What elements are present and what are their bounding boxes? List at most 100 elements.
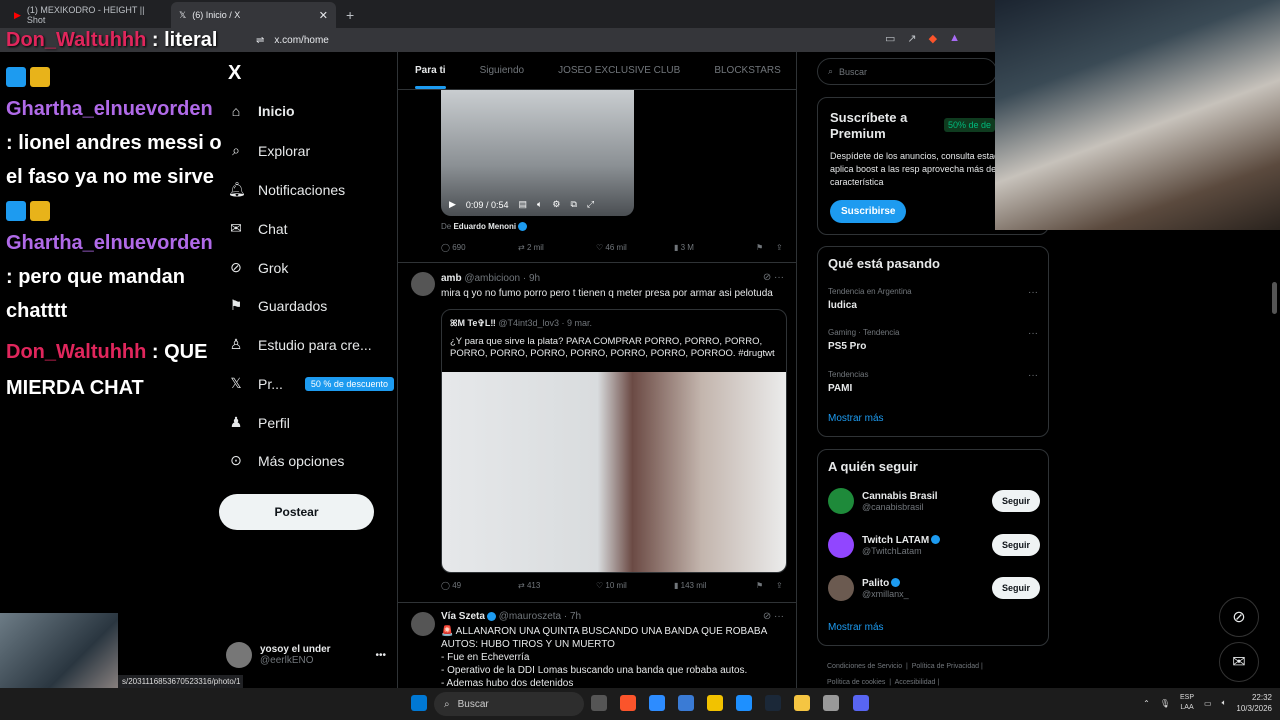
network-icon[interactable]: ▭ [1204, 699, 1212, 708]
clock[interactable]: 22:32 10/3/2026 [1236, 692, 1272, 714]
nav-item-perfil[interactable]: ♟ Perfil [228, 414, 290, 431]
steam-icon[interactable] [765, 695, 781, 711]
account-name: yosoy el under [260, 644, 331, 655]
footer-link[interactable]: Política de Privacidad [912, 663, 979, 670]
nav-item-premium[interactable]: 𝕏 Pr... 50 % de descuento [228, 375, 394, 392]
trend-context: Gaming · Tendencia [828, 328, 900, 337]
new-tab-button[interactable]: + [336, 2, 364, 28]
like-count: 46 mil [605, 243, 627, 252]
subscribe-button[interactable]: Suscribirse [830, 200, 907, 223]
quoted-tweet[interactable]: ꕤM Te✞L‼ @T4int3d_lov3 · 9 mar. ¿Y para … [441, 309, 787, 573]
brave-rewards-icon[interactable]: ▲ [949, 32, 960, 45]
close-tab-icon[interactable]: ✕ [319, 9, 328, 22]
quote-author: ꕤM Te✞L‼ [450, 318, 496, 328]
captions-icon[interactable]: ▤ [518, 199, 527, 210]
tab-para-ti[interactable]: Para ti [398, 65, 463, 89]
language-indicator[interactable]: ESP LAA [1180, 693, 1194, 713]
messages-float-button[interactable]: ✉ [1219, 642, 1259, 682]
site-info-icon[interactable]: ⇌ [256, 35, 264, 46]
post-button[interactable]: Postear [219, 494, 374, 530]
nav-item-mas-opciones[interactable]: ⊙ Más opciones [228, 452, 344, 469]
calculator-icon[interactable] [678, 695, 694, 711]
footer-link[interactable]: Accesibilidad [895, 679, 936, 686]
more-dots-icon[interactable]: ··· [1028, 328, 1038, 339]
footer-link[interactable]: Política de cookies [827, 679, 885, 686]
trend-context: Tendencias [828, 370, 869, 379]
more-icon[interactable]: ⊘ ··· [763, 272, 784, 283]
account-switcher[interactable]: yosoy el under @eerlkENO ••• [226, 642, 386, 668]
follow-button[interactable]: Seguir [991, 490, 1040, 512]
volume-icon[interactable]: 🔈︎ [537, 199, 542, 210]
verified-icon [518, 222, 528, 232]
pip-icon[interactable]: ⧉ [570, 199, 576, 210]
file-explorer-icon[interactable] [794, 695, 810, 711]
settings-icon[interactable]: ⚙ [552, 199, 560, 210]
repost-button[interactable]: ⇄ 2 mil [518, 243, 596, 252]
task-view-icon[interactable] [591, 695, 607, 711]
like-button[interactable]: ♡ 10 mil [596, 581, 674, 590]
views-button[interactable]: ▮ 3 M [674, 243, 756, 252]
app-icon[interactable] [736, 695, 752, 711]
avatar[interactable] [411, 612, 435, 636]
from-name[interactable]: Eduardo Menoni [453, 222, 516, 231]
nav-item-guardados[interactable]: ⚑ Guardados [228, 297, 328, 314]
brave-icon[interactable] [620, 695, 636, 711]
tab-siguiendo[interactable]: Siguiendo [463, 65, 541, 76]
discord-icon[interactable] [853, 695, 869, 711]
address-bar[interactable]: ⇌ x.com/home [248, 30, 868, 50]
tweet-author[interactable]: Vía Szeta [441, 611, 485, 622]
app-icon[interactable] [707, 695, 723, 711]
follow-button[interactable]: Seguir [991, 534, 1040, 556]
trend-item[interactable]: Tendencia en Argentina ludica [828, 287, 912, 311]
views-button[interactable]: ▮ 143 mil [674, 581, 756, 590]
trend-item[interactable]: Gaming · Tendencia PS5 Pro [828, 328, 899, 352]
share-icon[interactable]: ⇪ [776, 581, 783, 590]
bookmark-icon[interactable]: ⚑ [756, 581, 776, 590]
follow-item[interactable]: Palito @xmillanx_ Seguir [828, 575, 1040, 601]
more-dots-icon[interactable]: ··· [1028, 370, 1038, 381]
video-controls: ▶ 0:09 / 0:54 ▤ 🔈︎ ⚙ ⧉ ⤢ [449, 199, 594, 210]
follow-item[interactable]: Cannabis Brasil @canabisbrasil Seguir [828, 488, 1040, 514]
reply-button[interactable]: ◯ 49 [441, 581, 518, 590]
windows-start-icon[interactable] [411, 695, 427, 711]
tab-blockstars[interactable]: BLOCKSTARS [697, 65, 796, 76]
show-more-link[interactable]: Mostrar más [828, 413, 884, 424]
more-icon[interactable]: ⊘ ··· [763, 611, 784, 622]
taskbar-search[interactable]: ⌕ Buscar [434, 692, 584, 716]
app-icon[interactable] [823, 695, 839, 711]
reply-button[interactable]: ◯ 690 [441, 243, 518, 252]
bookmark-icon[interactable]: ⚑ [756, 243, 776, 252]
trend-item[interactable]: Tendencias PAMI [828, 370, 868, 394]
repost-button[interactable]: ⇄ 413 [518, 581, 596, 590]
fullscreen-icon[interactable]: ⤢ [587, 199, 594, 210]
search-input[interactable]: ⌕ Buscar [817, 58, 997, 85]
play-icon[interactable]: ▶ [449, 199, 456, 210]
more-dots-icon[interactable]: ··· [1028, 287, 1038, 298]
follow-button[interactable]: Seguir [991, 577, 1040, 599]
nav-item-estudio[interactable]: ♙ Estudio para cre... [228, 336, 372, 353]
verified-icon [486, 611, 496, 621]
show-more-link[interactable]: Mostrar más [828, 622, 884, 633]
nav-label: Estudio para cre... [258, 336, 372, 353]
notes-icon[interactable] [649, 695, 665, 711]
like-button[interactable]: ♡ 46 mil [596, 243, 674, 252]
brave-shield-icon[interactable]: ◆ [929, 32, 937, 45]
tab-joseo-exclusive-club[interactable]: JOSEO EXCLUSIVE CLUB [541, 65, 697, 76]
avatar[interactable] [411, 272, 435, 296]
share-icon[interactable]: ↗ [907, 32, 916, 45]
cast-icon[interactable]: ▭ [885, 32, 895, 45]
volume-icon[interactable]: 🔈︎ [1222, 698, 1227, 708]
tweet-author[interactable]: amb [441, 273, 462, 284]
nav-item-notificaciones[interactable]: 🔔︎ Notificaciones [228, 181, 345, 198]
chevron-up-icon[interactable]: ⌃ [1143, 699, 1150, 708]
footer-link[interactable]: Condiciones de Servicio [827, 663, 902, 670]
quote-image[interactable] [442, 372, 786, 572]
mic-icon[interactable]: 🎙︎ [1160, 699, 1170, 708]
scrollbar[interactable] [1272, 282, 1277, 314]
grok-float-button[interactable]: ⊘ [1219, 597, 1259, 637]
premium-title: Suscríbete a Premium [830, 110, 908, 141]
footer-links: Condiciones de Servicio | Política de Pr… [827, 663, 983, 686]
video-player[interactable]: ▶ 0:09 / 0:54 ▤ 🔈︎ ⚙ ⧉ ⤢ [441, 90, 634, 216]
share-icon[interactable]: ⇪ [776, 243, 783, 252]
follow-item[interactable]: Twitch LATAM @TwitchLatam Seguir [828, 532, 1040, 558]
